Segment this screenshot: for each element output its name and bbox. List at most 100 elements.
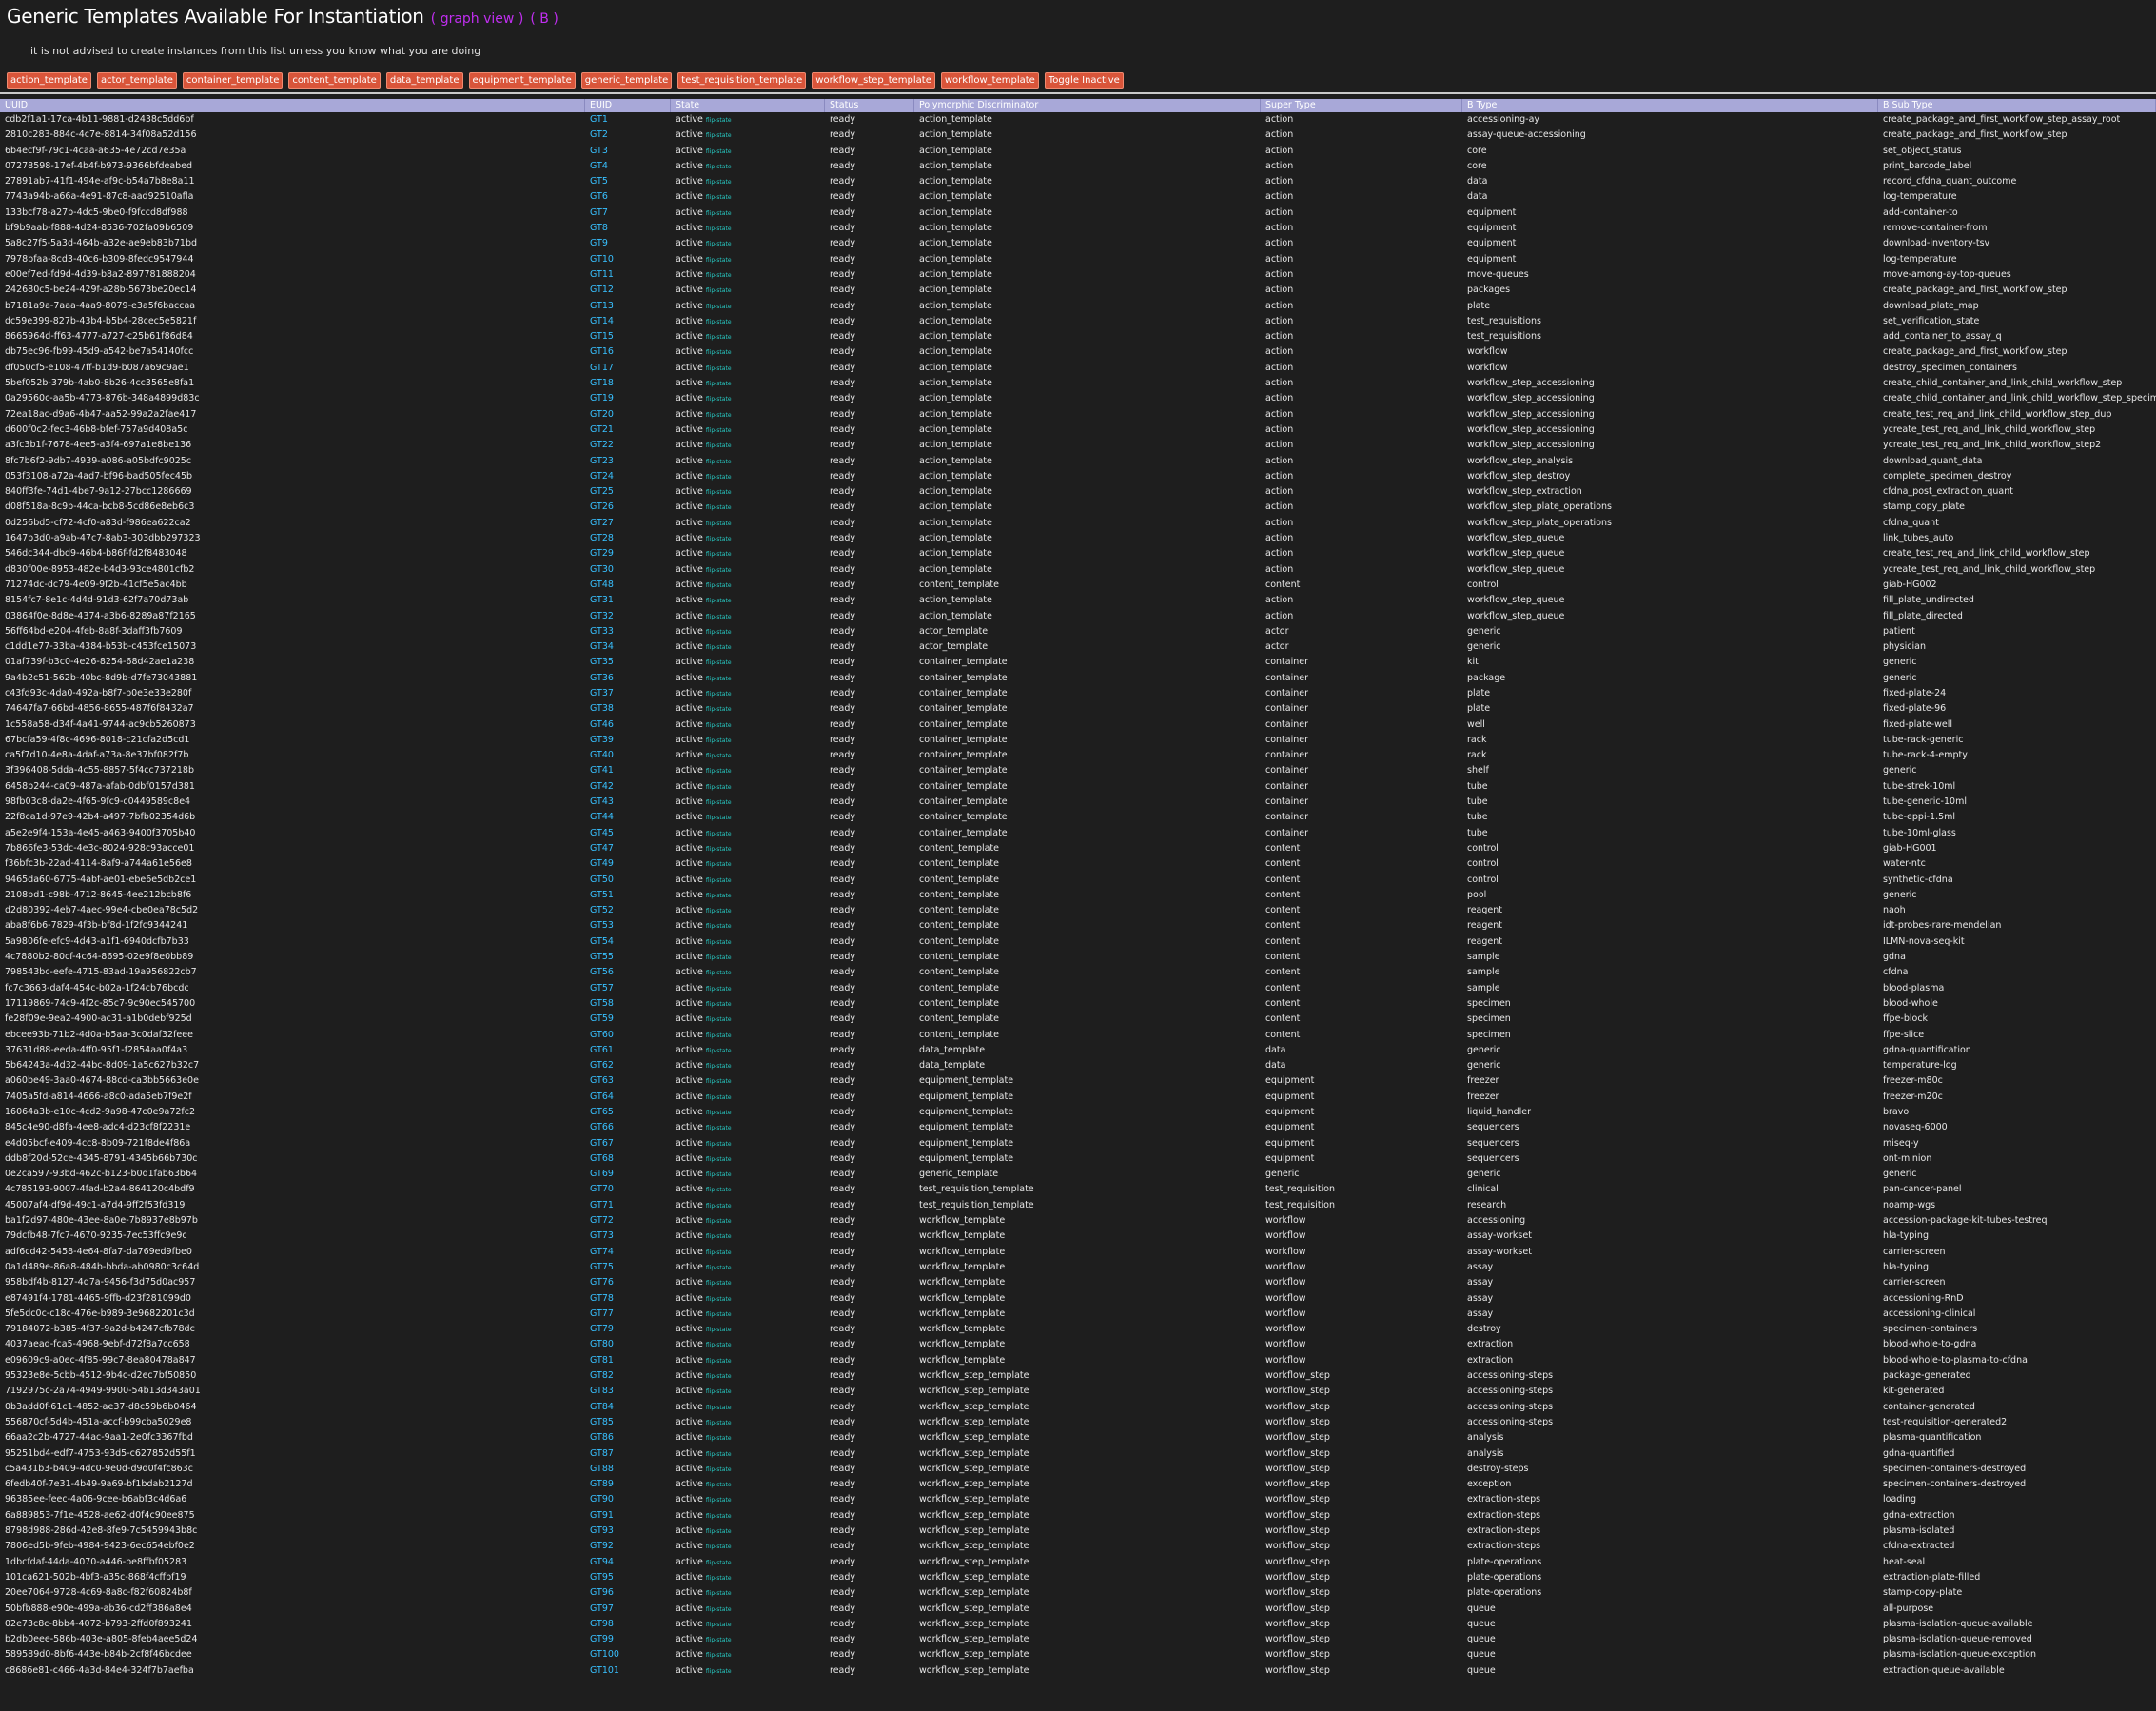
euid-link[interactable]: GT81 <box>590 1355 614 1366</box>
flip-state-link[interactable]: flip-state <box>706 1249 732 1256</box>
flip-state-link[interactable]: flip-state <box>706 210 732 217</box>
euid-link[interactable]: GT70 <box>590 1184 614 1194</box>
column-header-status[interactable]: Status <box>825 99 914 112</box>
flip-state-link[interactable]: flip-state <box>706 1668 732 1675</box>
flip-state-link[interactable]: flip-state <box>706 396 732 403</box>
euid-link[interactable]: GT20 <box>590 409 614 420</box>
flip-state-link[interactable]: flip-state <box>706 1032 732 1039</box>
flip-state-link[interactable]: flip-state <box>706 1218 732 1225</box>
euid-link[interactable]: GT60 <box>590 1030 614 1040</box>
flip-state-link[interactable]: flip-state <box>706 676 732 682</box>
euid-link[interactable]: GT5 <box>590 176 608 187</box>
flip-state-link[interactable]: flip-state <box>706 1606 732 1613</box>
flip-state-link[interactable]: flip-state <box>706 1296 732 1303</box>
flip-state-link[interactable]: flip-state <box>706 644 732 651</box>
euid-link[interactable]: GT48 <box>590 580 614 590</box>
flip-state-link[interactable]: flip-state <box>706 1451 732 1458</box>
euid-link[interactable]: GT80 <box>590 1339 614 1349</box>
flip-state-link[interactable]: flip-state <box>706 768 732 775</box>
flip-state-link[interactable]: flip-state <box>706 1327 732 1333</box>
flip-state-link[interactable]: flip-state <box>706 1001 732 1008</box>
euid-link[interactable]: GT83 <box>590 1386 614 1396</box>
euid-link[interactable]: GT59 <box>590 1013 614 1024</box>
flip-state-link[interactable]: flip-state <box>706 1016 732 1023</box>
flip-state-link[interactable]: flip-state <box>706 1063 732 1070</box>
flip-state-link[interactable]: flip-state <box>706 614 732 620</box>
euid-link[interactable]: GT1 <box>590 114 608 125</box>
flip-state-link[interactable]: flip-state <box>706 1311 732 1318</box>
euid-link[interactable]: GT62 <box>590 1060 614 1071</box>
euid-link[interactable]: GT49 <box>590 858 614 869</box>
euid-link[interactable]: GT21 <box>590 424 614 435</box>
flip-state-link[interactable]: flip-state <box>706 1233 732 1240</box>
euid-link[interactable]: GT12 <box>590 285 614 295</box>
flip-state-link[interactable]: flip-state <box>706 1110 732 1116</box>
euid-link[interactable]: GT23 <box>590 456 614 466</box>
flip-state-link[interactable]: flip-state <box>706 939 732 946</box>
flip-state-link[interactable]: flip-state <box>706 738 732 744</box>
flip-state-link[interactable]: flip-state <box>706 753 732 759</box>
euid-link[interactable]: GT11 <box>590 269 614 280</box>
euid-link[interactable]: GT100 <box>590 1649 619 1660</box>
flip-state-link[interactable]: flip-state <box>706 846 732 853</box>
euid-link[interactable]: GT87 <box>590 1448 614 1459</box>
flip-state-link[interactable]: flip-state <box>706 893 732 899</box>
flip-state-link[interactable]: flip-state <box>706 1125 732 1131</box>
euid-link[interactable]: GT56 <box>590 967 614 977</box>
flip-state-link[interactable]: flip-state <box>706 1497 732 1504</box>
euid-link[interactable]: GT24 <box>590 471 614 482</box>
euid-link[interactable]: GT72 <box>590 1215 614 1226</box>
column-header-euid[interactable]: EUID <box>585 99 671 112</box>
flip-state-link[interactable]: flip-state <box>706 1141 732 1148</box>
euid-link[interactable]: GT99 <box>590 1634 614 1644</box>
euid-link[interactable]: GT18 <box>590 378 614 388</box>
flip-state-link[interactable]: flip-state <box>706 1482 732 1488</box>
flip-state-link[interactable]: flip-state <box>706 629 732 636</box>
flip-state-link[interactable]: flip-state <box>706 706 732 713</box>
euid-link[interactable]: GT94 <box>590 1557 614 1567</box>
euid-link[interactable]: GT41 <box>590 765 614 776</box>
euid-link[interactable]: GT57 <box>590 983 614 993</box>
filter-equipment-template-button[interactable]: equipment_template <box>468 72 576 88</box>
euid-link[interactable]: GT32 <box>590 611 614 621</box>
column-header-super-type[interactable]: Super Type <box>1261 99 1462 112</box>
flip-state-link[interactable]: flip-state <box>706 1420 732 1426</box>
euid-link[interactable]: GT9 <box>590 238 608 248</box>
euid-link[interactable]: GT51 <box>590 890 614 900</box>
flip-state-link[interactable]: flip-state <box>706 521 732 527</box>
flip-state-link[interactable]: flip-state <box>706 1094 732 1101</box>
flip-state-link[interactable]: flip-state <box>706 334 732 341</box>
euid-link[interactable]: GT4 <box>590 161 608 171</box>
flip-state-link[interactable]: flip-state <box>706 412 732 419</box>
flip-state-link[interactable]: flip-state <box>706 582 732 589</box>
euid-link[interactable]: GT36 <box>590 673 614 683</box>
flip-state-link[interactable]: flip-state <box>706 272 732 279</box>
flip-state-link[interactable]: flip-state <box>706 923 732 930</box>
flip-state-link[interactable]: flip-state <box>706 799 732 806</box>
flip-state-link[interactable]: flip-state <box>706 567 732 574</box>
flip-state-link[interactable]: flip-state <box>706 1560 732 1566</box>
flip-state-link[interactable]: flip-state <box>706 194 732 201</box>
euid-link[interactable]: GT27 <box>590 518 614 528</box>
flip-state-link[interactable]: flip-state <box>706 226 732 232</box>
euid-link[interactable]: GT89 <box>590 1479 614 1489</box>
euid-link[interactable]: GT90 <box>590 1494 614 1504</box>
euid-link[interactable]: GT2 <box>590 129 608 140</box>
flip-state-link[interactable]: flip-state <box>706 179 732 186</box>
flip-state-link[interactable]: flip-state <box>706 474 732 481</box>
flip-state-link[interactable]: flip-state <box>706 427 732 434</box>
euid-link[interactable]: GT74 <box>590 1247 614 1257</box>
flip-state-link[interactable]: flip-state <box>706 148 732 155</box>
flip-state-link[interactable]: flip-state <box>706 349 732 356</box>
flip-state-link[interactable]: flip-state <box>706 784 732 791</box>
flip-state-link[interactable]: flip-state <box>706 504 732 511</box>
euid-link[interactable]: GT96 <box>590 1587 614 1598</box>
euid-link[interactable]: GT58 <box>590 998 614 1009</box>
flip-state-link[interactable]: flip-state <box>706 365 732 372</box>
flip-state-link[interactable]: flip-state <box>706 1652 732 1659</box>
flip-state-link[interactable]: flip-state <box>706 1187 732 1193</box>
euid-link[interactable]: GT19 <box>590 393 614 403</box>
euid-link[interactable]: GT65 <box>590 1107 614 1117</box>
euid-link[interactable]: GT75 <box>590 1262 614 1272</box>
euid-link[interactable]: GT78 <box>590 1293 614 1304</box>
